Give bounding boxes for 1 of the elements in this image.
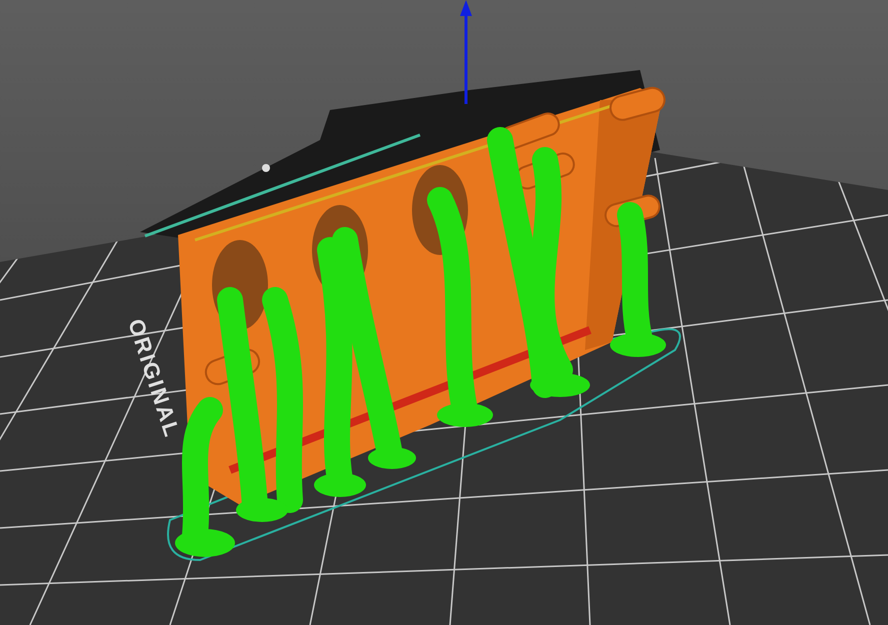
z-axis-arrow-icon — [460, 0, 472, 104]
